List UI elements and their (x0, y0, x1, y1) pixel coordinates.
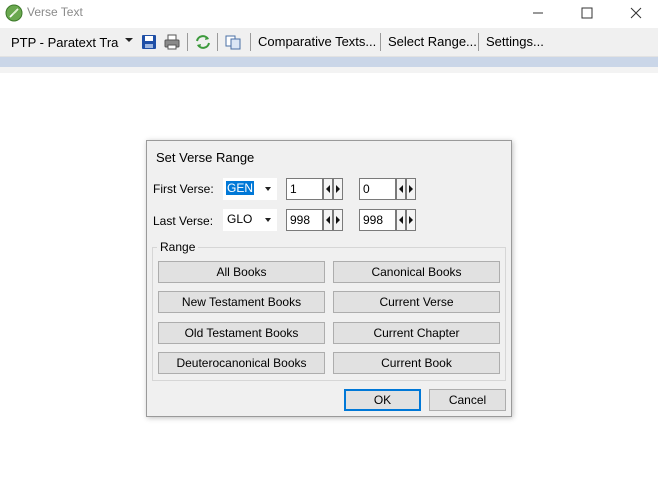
last-verse-verse-field[interactable]: 998 (359, 209, 396, 231)
app-icon (5, 4, 23, 22)
first-verse-chapter-value: 1 (290, 182, 297, 196)
cancel-button[interactable]: Cancel (429, 389, 506, 411)
last-verse-label: Last Verse: (153, 214, 214, 228)
old-testament-books-button[interactable]: Old Testament Books (158, 322, 325, 344)
refresh-icon[interactable] (194, 33, 212, 51)
arrow-left-icon (399, 216, 403, 224)
chevron-down-icon (265, 218, 271, 222)
first-verse-chapter-field[interactable]: 1 (286, 178, 323, 200)
last-verse-verse-decrement-button[interactable] (396, 209, 406, 231)
chevron-down-icon (125, 38, 133, 42)
arrow-left-icon (326, 185, 330, 193)
last-verse-chapter-decrement-button[interactable] (323, 209, 333, 231)
last-verse-book-dropdown[interactable]: GLO (223, 209, 277, 231)
minimize-icon (533, 12, 543, 14)
current-chapter-button[interactable]: Current Chapter (333, 322, 500, 344)
last-verse-book-value: GLO (227, 212, 253, 226)
copy-icon[interactable] (224, 33, 242, 51)
select-range-button[interactable]: Select Range... (388, 34, 477, 49)
chevron-down-icon (265, 187, 271, 191)
arrow-left-icon (326, 216, 330, 224)
arrow-left-icon (399, 185, 403, 193)
arrow-right-icon (409, 216, 413, 224)
first-verse-chapter-decrement-button[interactable] (323, 178, 333, 200)
arrow-right-icon (336, 216, 340, 224)
print-icon[interactable] (163, 33, 181, 51)
range-group-label: Range (157, 240, 199, 254)
first-verse-book-value: GEN (226, 181, 255, 195)
toolbar: PTP - Paratext Trai Comparative Texts...… (0, 28, 658, 57)
toolbar-separator (380, 33, 381, 51)
last-verse-chapter-value: 998 (290, 213, 311, 227)
ok-button[interactable]: OK (344, 389, 421, 411)
first-verse-chapter-increment-button[interactable] (333, 178, 343, 200)
save-icon[interactable] (140, 33, 158, 51)
last-verse-chapter-increment-button[interactable] (333, 209, 343, 231)
close-icon (630, 7, 642, 19)
toolbar-separator (217, 33, 218, 51)
first-verse-verse-decrement-button[interactable] (396, 178, 406, 200)
close-button[interactable] (612, 0, 658, 26)
minimize-button[interactable] (514, 0, 562, 26)
deuterocanonical-books-button[interactable]: Deuterocanonical Books (158, 352, 325, 374)
first-verse-book-dropdown[interactable]: GEN (223, 178, 277, 200)
maximize-icon (581, 7, 593, 19)
content-header-band (0, 67, 658, 73)
last-verse-chapter-field[interactable]: 998 (286, 209, 323, 231)
maximize-button[interactable] (563, 0, 611, 26)
title-bar: Verse Text (0, 0, 658, 26)
set-verse-range-dialog: Set Verse Range First Verse: GEN 1 0 Las… (146, 140, 512, 417)
first-verse-label: First Verse: (153, 182, 214, 196)
last-verse-verse-increment-button[interactable] (406, 209, 416, 231)
first-verse-verse-value: 0 (363, 182, 370, 196)
comparative-texts-button[interactable]: Comparative Texts... (258, 34, 376, 49)
toolbar-separator (478, 33, 479, 51)
first-verse-verse-field[interactable]: 0 (359, 178, 396, 200)
arrow-right-icon (409, 185, 413, 193)
toolbar-separator (250, 33, 251, 51)
dialog-title: Set Verse Range (156, 150, 255, 165)
current-book-button[interactable]: Current Book (333, 352, 500, 374)
last-verse-verse-value: 998 (363, 213, 384, 227)
settings-button[interactable]: Settings... (486, 34, 544, 49)
all-books-button[interactable]: All Books (158, 261, 325, 283)
current-verse-button[interactable]: Current Verse (333, 291, 500, 313)
project-dropdown-value: PTP - Paratext Trai (11, 34, 119, 50)
new-testament-books-button[interactable]: New Testament Books (158, 291, 325, 313)
first-verse-verse-increment-button[interactable] (406, 178, 416, 200)
arrow-right-icon (336, 185, 340, 193)
toolbar-band (0, 57, 658, 67)
window-title: Verse Text (27, 5, 83, 19)
project-dropdown[interactable]: PTP - Paratext Trai (2, 31, 134, 53)
canonical-books-button[interactable]: Canonical Books (333, 261, 500, 283)
toolbar-separator (187, 33, 188, 51)
